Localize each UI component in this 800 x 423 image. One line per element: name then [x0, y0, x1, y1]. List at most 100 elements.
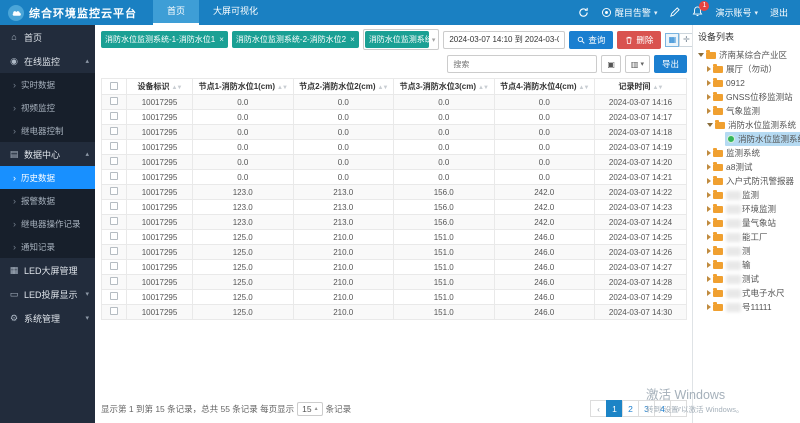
row-checkbox[interactable] [110, 247, 118, 255]
query-button[interactable]: 查询 [569, 31, 613, 49]
expand-arrow-icon[interactable] [707, 290, 711, 296]
prev-page-button[interactable]: ‹ [590, 400, 607, 417]
tree-node[interactable]: 式电子水尺 [698, 286, 798, 300]
expand-arrow-icon[interactable] [707, 164, 711, 170]
tree-node[interactable]: 消防水位监测系统 [698, 132, 798, 146]
column-header[interactable]: 节点1-消防水位1(cm)▲▼ [193, 79, 294, 95]
expand-arrow-icon[interactable] [707, 192, 711, 198]
page-button[interactable]: 4 [654, 400, 671, 417]
toggle-view-button[interactable]: ▣ [601, 55, 621, 73]
nav-item[interactable]: 大屏可视化 [199, 0, 272, 25]
logout-button[interactable]: 退出 [770, 6, 788, 19]
tree-node[interactable]: 展厅（勿动） [698, 62, 798, 76]
tree-node[interactable]: 环境监测 [698, 202, 798, 216]
page-button[interactable]: 1 [606, 400, 623, 417]
expand-arrow-icon[interactable] [707, 220, 711, 226]
tree-node[interactable]: 输 [698, 258, 798, 272]
tree-node[interactable]: 量气象站 [698, 216, 798, 230]
tree-node[interactable]: 测试 [698, 272, 798, 286]
expand-arrow-icon[interactable] [707, 66, 711, 72]
remove-tag-icon[interactable]: × [219, 35, 224, 44]
refresh-icon[interactable] [578, 7, 589, 18]
grid-view-icon[interactable]: ▦ [665, 33, 679, 47]
search-input[interactable] [447, 55, 597, 73]
row-checkbox[interactable] [110, 232, 118, 240]
account-menu[interactable]: 演示账号 ▾ [715, 6, 758, 19]
edit-pen-icon[interactable] [669, 7, 680, 18]
row-checkbox[interactable] [110, 127, 118, 135]
tree-node[interactable]: GNSS位移监测站 [698, 90, 798, 104]
expand-arrow-icon[interactable] [707, 234, 711, 240]
sort-icon[interactable]: ▲▼ [277, 85, 287, 91]
tree-node[interactable]: 济南某综合产业区 [698, 48, 798, 62]
column-header[interactable]: 记录时间▲▼ [595, 79, 687, 95]
delete-button[interactable]: 删除 [617, 31, 661, 49]
sidebar-subitem[interactable]: ›报警数据 [0, 189, 95, 212]
sidebar-item[interactable]: ▤数据中心▴ [0, 142, 95, 166]
row-checkbox[interactable] [110, 97, 118, 105]
tree-node[interactable]: 入户式防汛警报器 [698, 174, 798, 188]
page-button[interactable]: 2 [622, 400, 639, 417]
sort-icon[interactable]: ▲▼ [478, 85, 488, 91]
sidebar-item[interactable]: ⚙系统管理▾ [0, 306, 95, 330]
expand-arrow-icon[interactable] [707, 108, 711, 114]
tree-node[interactable]: 监测 [698, 188, 798, 202]
collapse-arrow-icon[interactable] [707, 123, 713, 127]
date-range-input[interactable] [443, 31, 565, 49]
tree-node[interactable]: 测 [698, 244, 798, 258]
sensor-select-dropdown[interactable]: 消防水位监测系统-3-消 ▾ [363, 29, 440, 50]
row-checkbox[interactable] [110, 277, 118, 285]
column-header[interactable]: 节点4-消防水位4(cm)▲▼ [494, 79, 595, 95]
row-checkbox[interactable] [110, 292, 118, 300]
sort-icon[interactable]: ▲▼ [653, 85, 663, 91]
row-checkbox[interactable] [110, 307, 118, 315]
column-header[interactable]: 节点3-消防水位3(cm)▲▼ [394, 79, 495, 95]
row-checkbox[interactable] [110, 157, 118, 165]
page-button[interactable]: 3 [638, 400, 655, 417]
row-checkbox[interactable] [110, 112, 118, 120]
alarm-toggle[interactable]: 醒目告警 ▾ [601, 6, 658, 19]
sort-icon[interactable]: ▲▼ [378, 85, 388, 91]
sidebar-subitem[interactable]: ›实时数据 [0, 73, 95, 96]
sidebar-item[interactable]: ◉在线监控▴ [0, 49, 95, 73]
expand-arrow-icon[interactable] [707, 248, 711, 254]
expand-arrow-icon[interactable] [707, 304, 711, 310]
sort-icon[interactable]: ▲▼ [172, 85, 182, 91]
row-checkbox[interactable] [110, 202, 118, 210]
page-size-select[interactable]: 15 ▴ [297, 402, 322, 416]
column-header[interactable]: 设备标识▲▼ [127, 79, 193, 95]
sidebar-subitem[interactable]: ›视频监控 [0, 96, 95, 119]
expand-arrow-icon[interactable] [707, 276, 711, 282]
tree-node[interactable]: 消防水位监测系统 [698, 118, 798, 132]
select-all-checkbox[interactable] [110, 82, 118, 90]
expand-arrow-icon[interactable] [707, 178, 711, 184]
sort-icon[interactable]: ▲▼ [579, 85, 589, 91]
export-button[interactable]: 导出 [654, 55, 687, 73]
sidebar-item[interactable]: ▦LED大屏管理 [0, 258, 95, 282]
sidebar-item[interactable]: ⌂首页 [0, 25, 95, 49]
next-page-button[interactable]: › [670, 400, 687, 417]
sidebar-subitem[interactable]: ›继电器控制 [0, 119, 95, 142]
expand-arrow-icon[interactable] [707, 80, 711, 86]
sidebar-subitem[interactable]: ›继电器操作记录 [0, 212, 95, 235]
row-checkbox[interactable] [110, 262, 118, 270]
expand-arrow-icon[interactable] [707, 94, 711, 100]
row-checkbox[interactable] [110, 217, 118, 225]
expand-arrow-icon[interactable] [707, 150, 711, 156]
tree-node[interactable]: 能工厂 [698, 230, 798, 244]
row-checkbox[interactable] [110, 172, 118, 180]
nav-item[interactable]: 首页 [153, 0, 199, 25]
row-checkbox[interactable] [110, 187, 118, 195]
tree-node[interactable]: 监测系统 [698, 146, 798, 160]
sidebar-subitem[interactable]: ›历史数据 [0, 166, 95, 189]
remove-tag-icon[interactable]: × [350, 35, 355, 44]
tree-node[interactable]: 0912 [698, 76, 798, 90]
collapse-arrow-icon[interactable] [698, 53, 704, 57]
tree-node[interactable]: 号11111 [698, 300, 798, 314]
notification-bell[interactable]: 1 [692, 6, 703, 19]
tree-node[interactable]: a8测试 [698, 160, 798, 174]
column-header[interactable]: 节点2-消防水位2(cm)▲▼ [293, 79, 394, 95]
expand-arrow-icon[interactable] [707, 206, 711, 212]
tree-node[interactable]: 气象监测 [698, 104, 798, 118]
expand-arrow-icon[interactable] [707, 262, 711, 268]
